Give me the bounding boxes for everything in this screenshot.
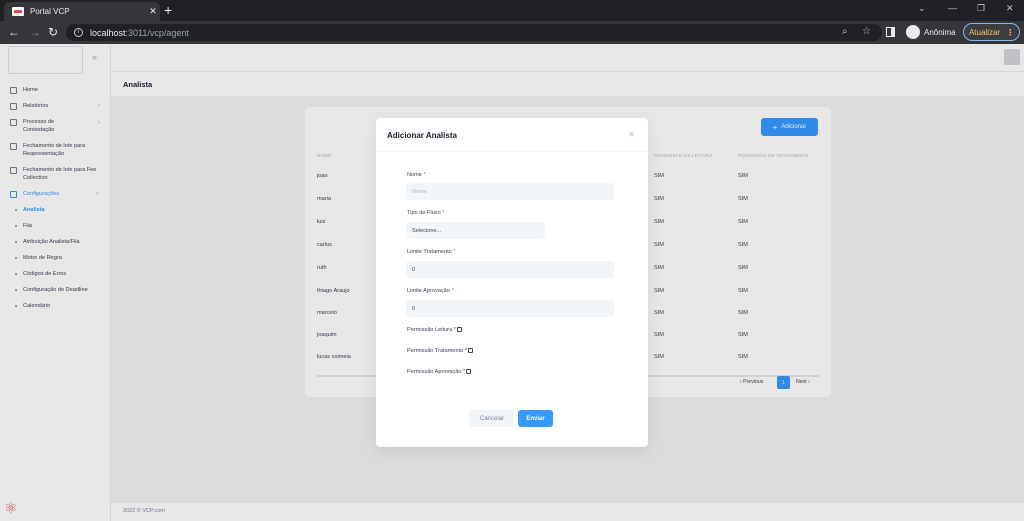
cancel-button[interactable]: Cancelar	[469, 410, 515, 427]
perm-approve-checkbox[interactable]	[466, 369, 472, 375]
close-window-button[interactable]: ✕	[1006, 3, 1014, 14]
browser-tab[interactable]: Portal VCP ✕	[4, 2, 160, 21]
limit-approval-label: Limite Aprovação *	[407, 288, 454, 294]
flow-type-label: Tipo de Fluxo *	[407, 210, 445, 216]
perm-read-label: Permissão Leitura *	[407, 327, 462, 333]
tab-search-icon[interactable]: ⌄	[918, 3, 926, 14]
add-analyst-modal: Adicionar Analista ✕ Nome * Tipo de Flux…	[376, 118, 648, 447]
flow-type-select[interactable]: Selecione...	[406, 222, 545, 239]
new-tab-button[interactable]: +	[164, 3, 172, 17]
browser-toolbar: ← → ↻ i localhost:3011/vcp/agent ⌕ ☆ Anô…	[0, 21, 1024, 44]
update-button[interactable]: Atualizar ⋮	[963, 23, 1020, 41]
tab-close-icon[interactable]: ✕	[146, 6, 160, 17]
perm-treat-label: Permissão Tratamento *	[407, 348, 474, 354]
side-panel-icon[interactable]	[886, 27, 895, 37]
kebab-menu-icon: ⋮	[1006, 27, 1015, 37]
incognito-icon[interactable]	[906, 25, 920, 39]
back-button[interactable]: ←	[8, 25, 20, 39]
flow-type-value: Selecione...	[412, 227, 442, 234]
address-bar[interactable]: i localhost:3011/vcp/agent ⌕ ☆	[66, 24, 882, 41]
restore-button[interactable]: ❐	[977, 3, 985, 14]
perm-approve-label: Permissão Aprovação *	[407, 369, 472, 375]
bookmark-star-icon[interactable]: ☆	[862, 26, 871, 37]
tab-title: Portal VCP	[30, 7, 70, 16]
profile-label[interactable]: Anônima	[924, 28, 956, 37]
name-input[interactable]	[406, 183, 614, 200]
limit-treatment-input[interactable]	[406, 261, 614, 278]
limit-treatment-label: Limite Tratamento *	[407, 249, 456, 255]
submit-button[interactable]: Enviar	[518, 410, 553, 427]
browser-tabstrip: Portal VCP ✕ + ⌄ — ❐ ✕	[0, 0, 1024, 21]
minimize-button[interactable]: —	[948, 3, 957, 13]
name-label: Nome *	[407, 172, 426, 178]
site-info-icon[interactable]: i	[74, 28, 83, 37]
perm-treat-checkbox[interactable]	[468, 348, 474, 354]
limit-approval-input[interactable]	[406, 300, 614, 317]
zoom-icon[interactable]: ⌕	[842, 26, 848, 37]
reload-button[interactable]: ↻	[48, 25, 58, 39]
perm-read-checkbox[interactable]	[456, 327, 462, 333]
modal-header: Adicionar Analista ✕	[376, 118, 648, 152]
update-label: Atualizar	[968, 27, 1001, 37]
forward-button[interactable]: →	[29, 25, 41, 39]
close-icon[interactable]: ✕	[628, 130, 635, 139]
url-text: localhost:3011/vcp/agent	[90, 27, 189, 38]
modal-title: Adicionar Analista	[387, 131, 457, 140]
site-favicon-icon	[12, 7, 24, 16]
